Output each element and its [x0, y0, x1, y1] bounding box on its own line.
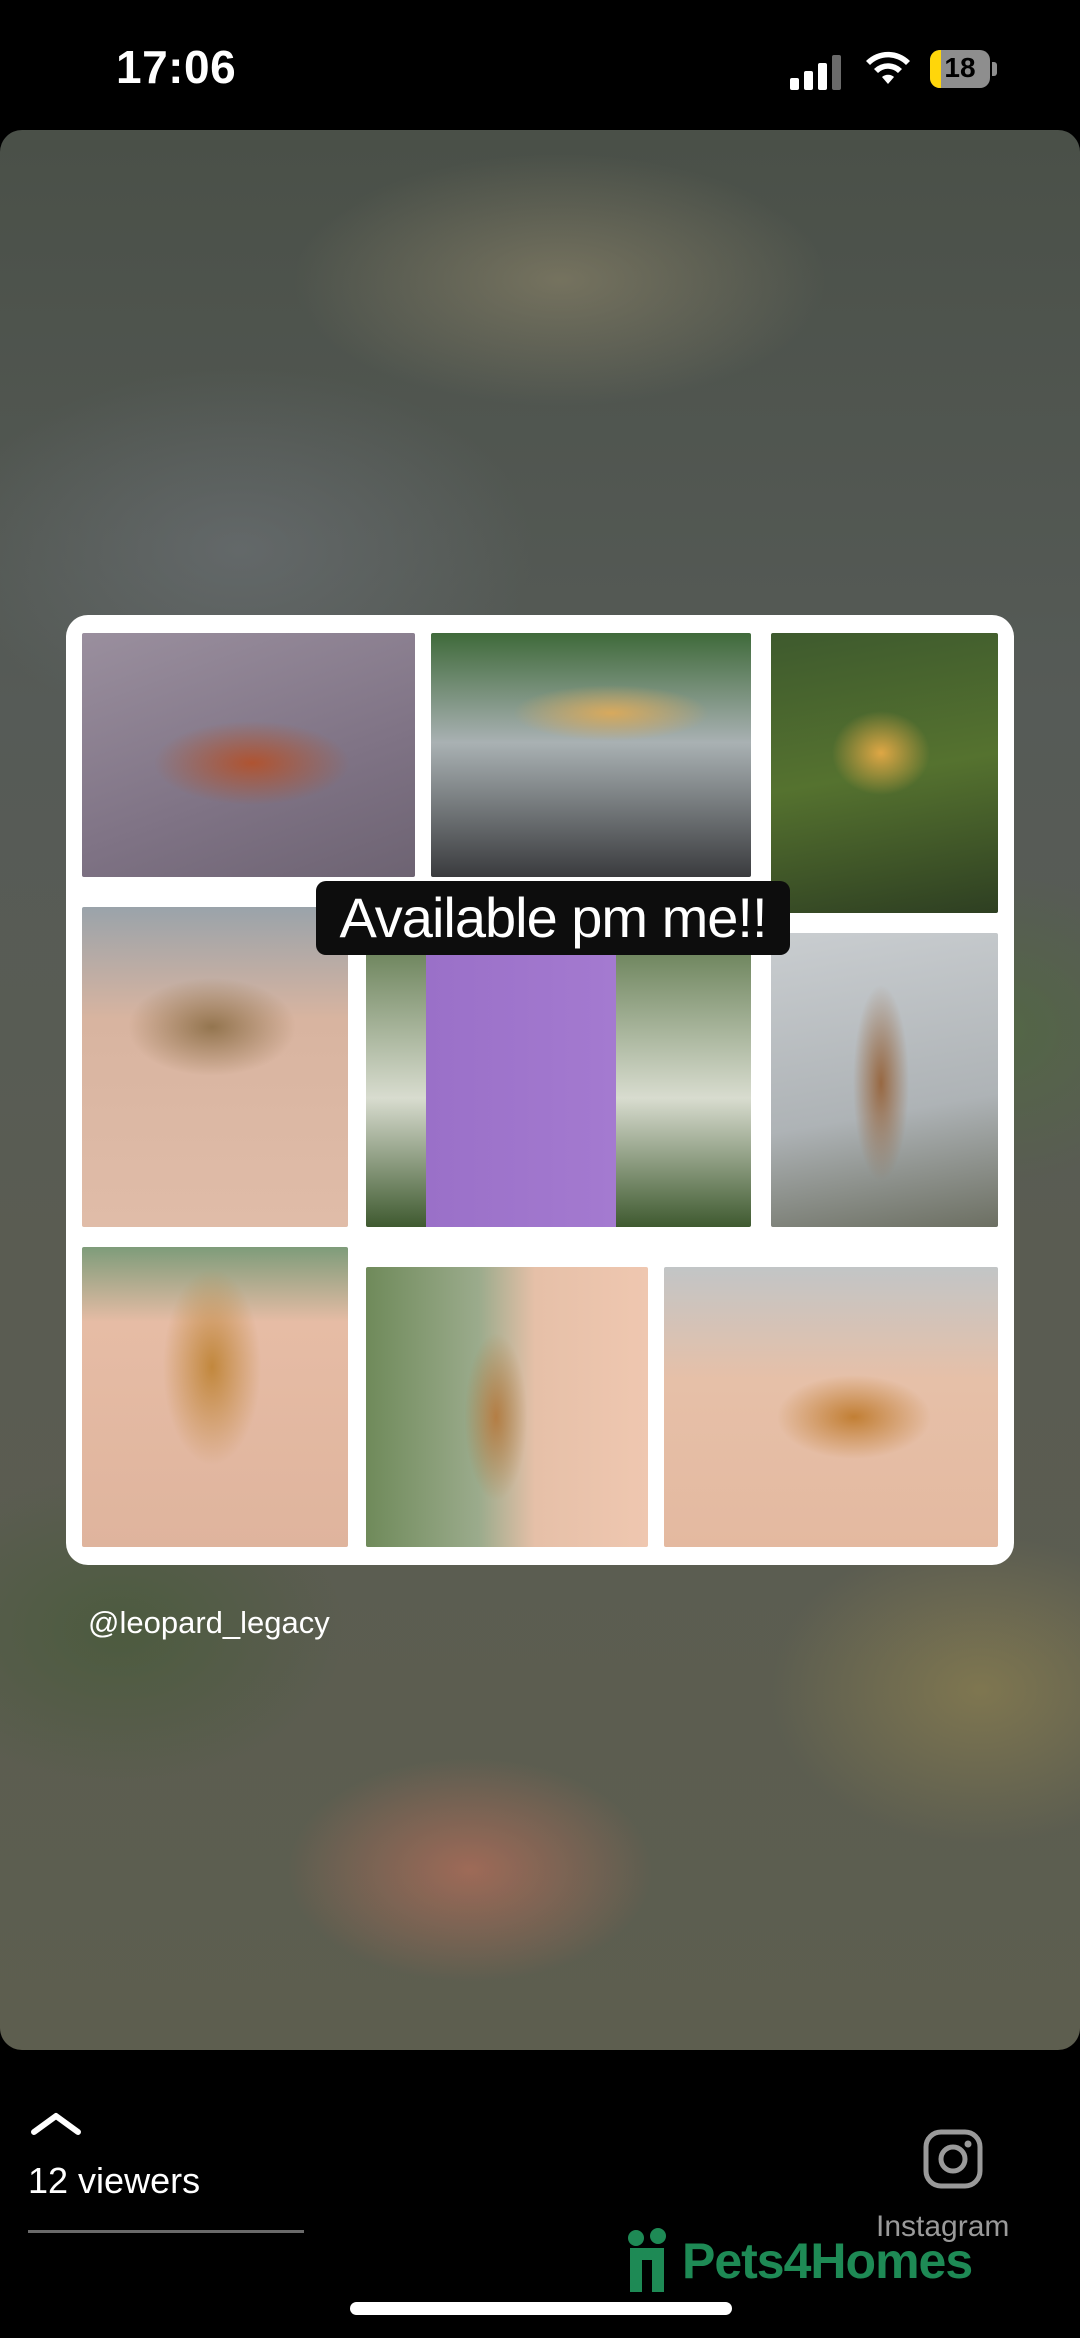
- watermark-text: Pets4Homes: [682, 2233, 973, 2289]
- mention-tag[interactable]: @leopard_legacy: [88, 1605, 330, 1641]
- story-collage-image: Available pm me!!: [66, 615, 1014, 1565]
- viewers-count[interactable]: 12 viewers: [28, 2160, 200, 2202]
- gecko-photo-9: [664, 1267, 998, 1547]
- pets4homes-logo-icon: [628, 2228, 666, 2292]
- gecko-photo-7: [82, 1247, 348, 1547]
- status-time: 17:06: [116, 41, 237, 93]
- wifi-icon: [866, 51, 910, 84]
- battery-icon: 18: [930, 50, 1000, 88]
- story-caption: Available pm me!!: [316, 881, 790, 955]
- gecko-photo-1: [82, 633, 415, 877]
- divider: [28, 2230, 304, 2233]
- signal-icon: [790, 54, 844, 90]
- pets4homes-watermark: Pets4Homes: [626, 2226, 1006, 2296]
- gecko-photo-6: [771, 933, 998, 1227]
- battery-level: 18: [944, 52, 976, 83]
- gecko-photo-8: [366, 1267, 648, 1547]
- chevron-up-icon[interactable]: [28, 2108, 84, 2138]
- instagram-icon[interactable]: [922, 2128, 984, 2190]
- gecko-photo-3: [771, 633, 998, 913]
- status-bar: 17:06 18: [0, 0, 1080, 130]
- gecko-photo-4: [82, 907, 348, 1227]
- home-indicator[interactable]: [350, 2302, 732, 2315]
- gecko-photo-2: [431, 633, 751, 877]
